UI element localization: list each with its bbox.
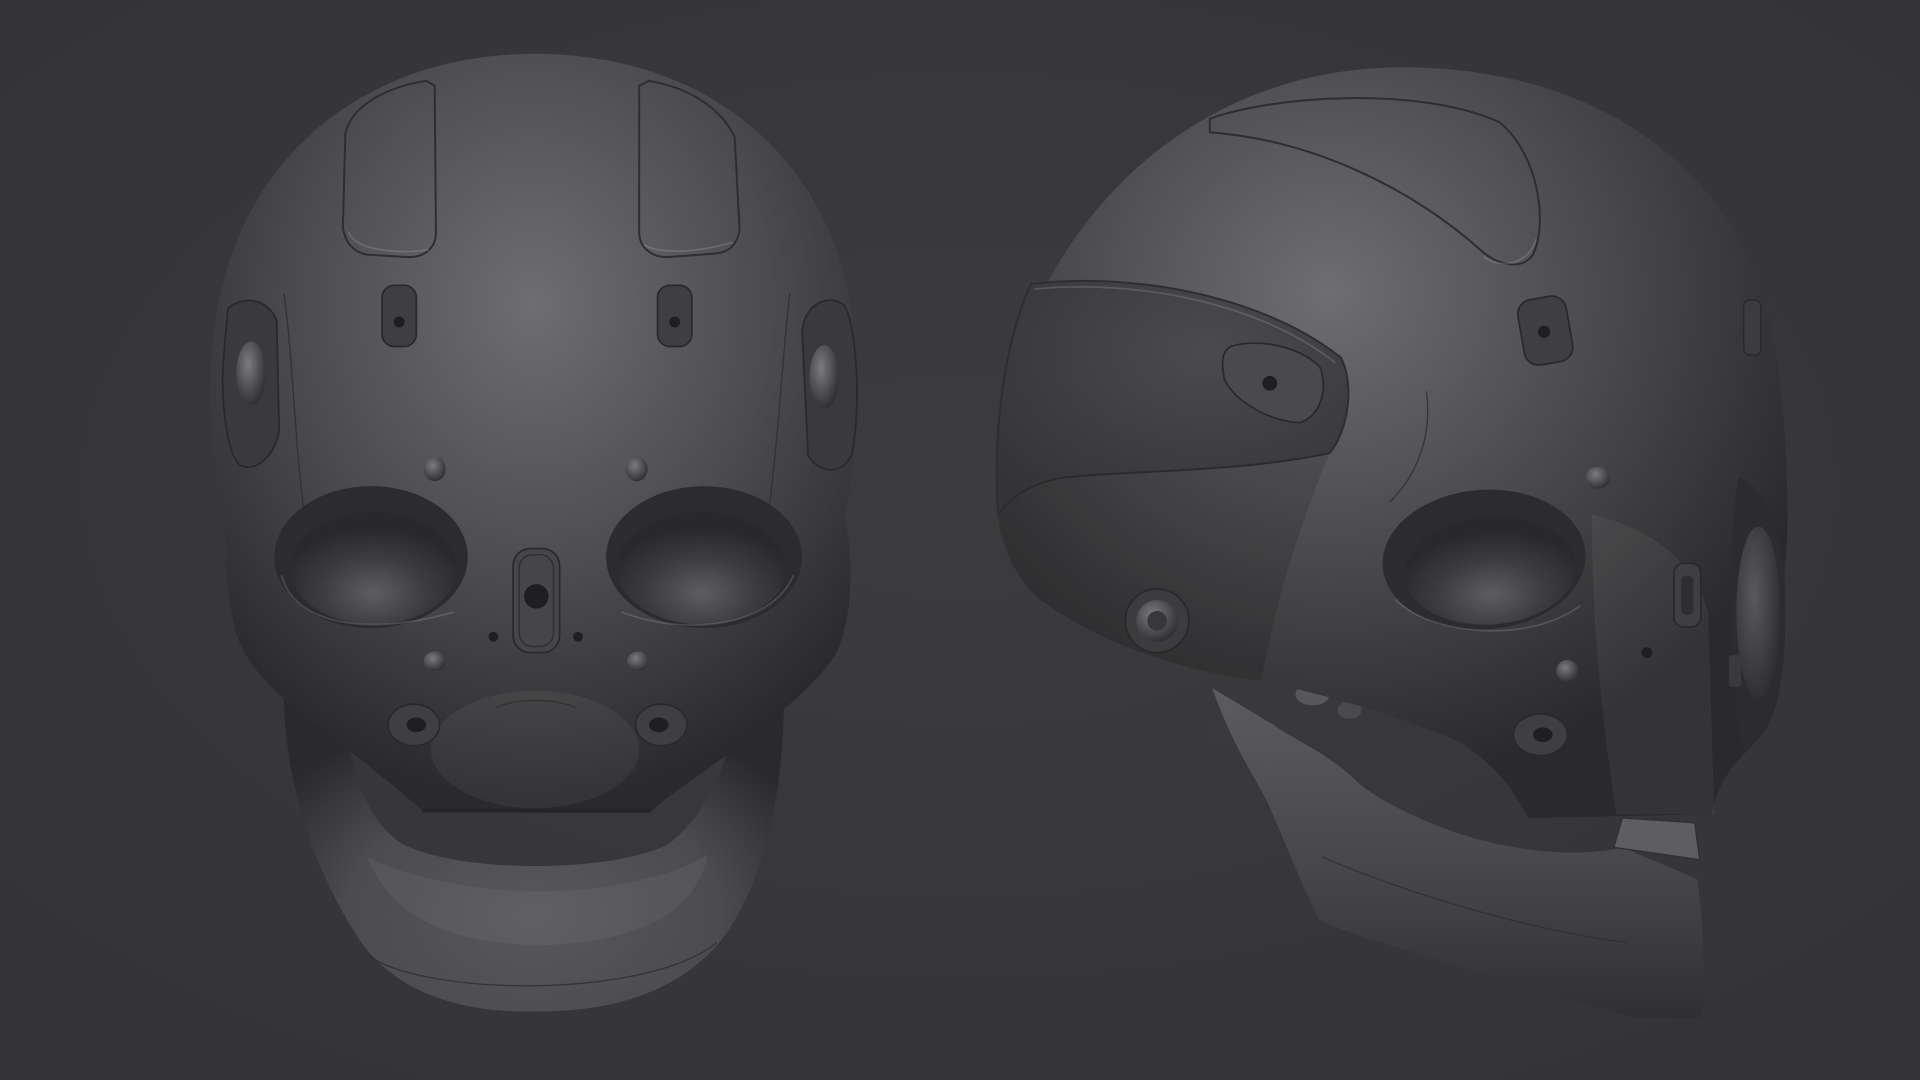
side-skull-ear-disk — [1124, 588, 1190, 654]
front-skull-left-eye-socket — [274, 486, 468, 629]
front-skull-right-eye-socket — [606, 486, 803, 629]
front-skull-left-cheek-port — [387, 703, 441, 747]
side-skull-cheek-port — [1512, 713, 1569, 757]
render-viewport — [0, 0, 1920, 1080]
front-skull-right-brow-bump — [625, 456, 648, 482]
front-skull-right-temple-bulge — [809, 345, 839, 409]
front-skull-right-forehead-port — [656, 284, 693, 348]
front-skull-left-small-hole — [488, 631, 499, 642]
side-skull-brow-bump — [1585, 466, 1611, 489]
side-skull-small-hole — [1641, 647, 1653, 659]
front-skull-maxilla-highlight — [431, 690, 640, 809]
front-skull-left-temple-bulge — [236, 341, 266, 406]
front-skull-right-cheek-port — [634, 703, 688, 747]
side-skull-side-slot — [1673, 562, 1702, 628]
side-skull-top-right-slot — [1742, 299, 1762, 356]
front-skull-left-brow-bump — [423, 456, 446, 482]
front-skull-right-cheek-bump — [626, 651, 649, 672]
front-skull-left-forehead-port — [381, 284, 418, 348]
front-skull-nose-port — [512, 547, 561, 654]
front-skull-left-cheek-bump — [423, 651, 446, 672]
front-skull-right-small-hole — [573, 631, 583, 642]
side-skull-cheek-bump — [1556, 660, 1579, 683]
